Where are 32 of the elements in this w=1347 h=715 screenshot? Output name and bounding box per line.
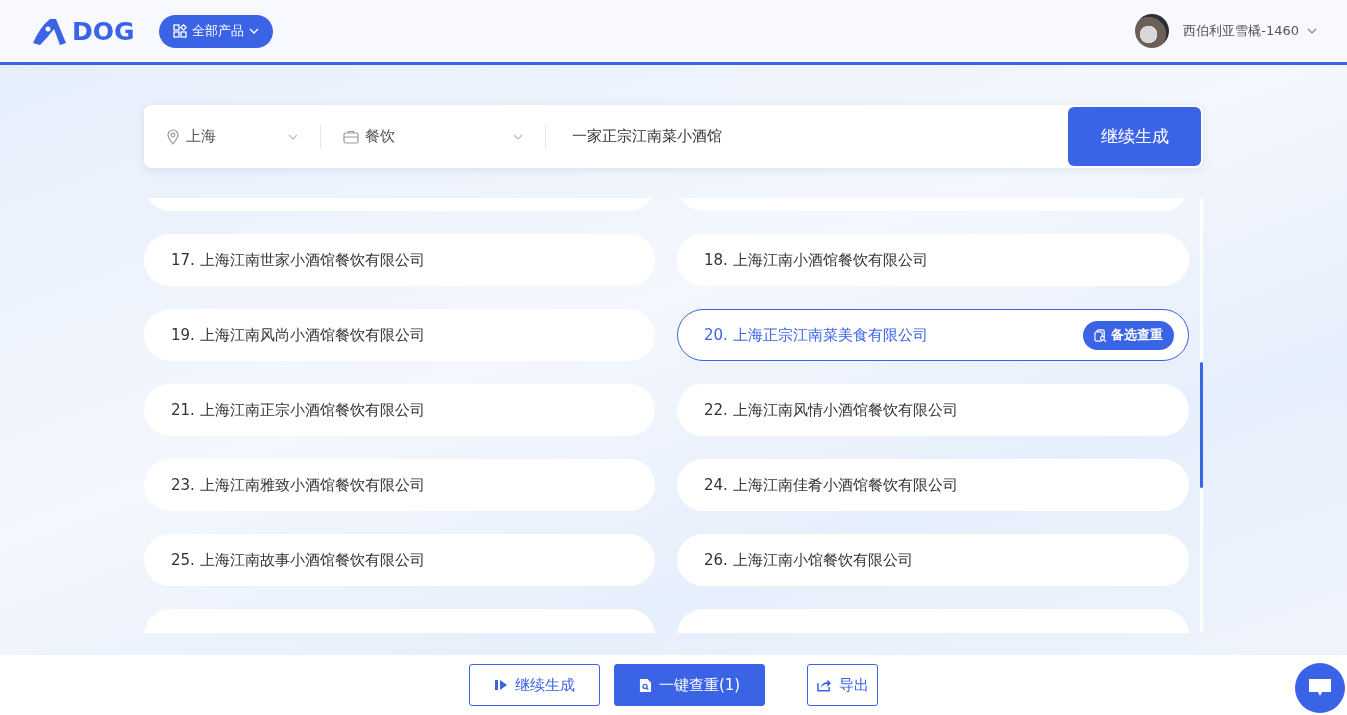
play-icon (494, 678, 508, 692)
products-button[interactable]: 全部产品 (158, 14, 273, 48)
result-item[interactable]: 25. 上海江南故事小酒馆餐饮有限公司 (144, 534, 655, 586)
query-field[interactable]: 一家正宗江南菜小酒馆 (568, 127, 1068, 146)
result-item[interactable]: 26. 上海江南小馆餐饮有限公司 (677, 534, 1189, 586)
result-item[interactable]: 19. 上海江南风尚小酒馆餐饮有限公司 (144, 309, 655, 361)
scrollbar-thumb[interactable] (1200, 362, 1203, 488)
avatar[interactable] (1135, 14, 1170, 48)
industry-select[interactable]: 餐饮 (343, 127, 523, 146)
check-duplicate-button[interactable]: 备选查重 (1083, 320, 1174, 350)
chevron-down-icon[interactable] (1307, 26, 1317, 36)
logo-text: DOG (72, 16, 135, 46)
chevron-down-icon (248, 26, 259, 36)
generate-button[interactable]: 继续生成 (1068, 107, 1201, 166)
result-item[interactable]: 20. 上海正宗江南菜美食有限公司 备选查重 (677, 309, 1189, 361)
result-item[interactable]: 23. 上海江南雅致小酒馆餐饮有限公司 (144, 459, 655, 511)
briefcase-icon (343, 129, 359, 144)
result-item[interactable]: 24. 上海江南佳肴小酒馆餐饮有限公司 (677, 459, 1189, 511)
result-item[interactable]: 18. 上海江南小酒馆餐饮有限公司 (677, 234, 1189, 286)
continue-button[interactable]: 继续生成 (469, 664, 600, 706)
location-pin-icon (166, 128, 180, 145)
user-name[interactable]: 西伯利亚雪橇-1460 (1183, 22, 1299, 40)
document-search-icon (638, 677, 652, 693)
city-select[interactable]: 上海 (166, 127, 298, 146)
search-copy-icon (1094, 328, 1107, 342)
result-item[interactable]: 22. 上海江南风情小酒馆餐饮有限公司 (677, 384, 1189, 436)
grid-icon (172, 24, 187, 38)
share-icon (816, 678, 832, 692)
check-button[interactable]: 一键查重(1) (614, 664, 765, 706)
result-item[interactable]: 17. 上海江南世家小酒馆餐饮有限公司 (144, 234, 655, 286)
result-item[interactable]: 21. 上海江南正宗小酒馆餐饮有限公司 (144, 384, 655, 436)
export-button[interactable]: 导出 (807, 664, 878, 706)
